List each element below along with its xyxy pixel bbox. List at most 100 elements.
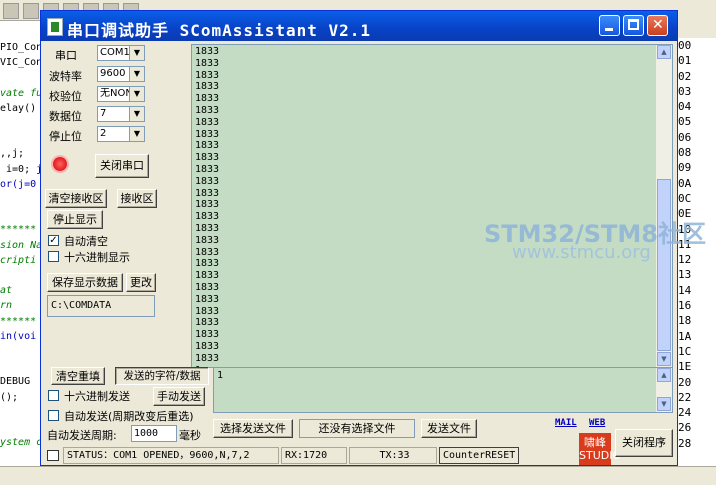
hex-send-checkbox[interactable] [48, 390, 59, 401]
close-button[interactable]: ✕ [647, 15, 668, 36]
port-status-led-icon [53, 157, 67, 171]
background-value-line: 1E [678, 360, 692, 374]
maximize-button[interactable] [623, 15, 644, 36]
manual-send-button[interactable]: 手动发送 [153, 387, 205, 406]
databits-select[interactable]: 7 ▼ [97, 106, 145, 122]
selected-file-field: 还没有选择文件 [299, 419, 415, 438]
hex-display-checkbox[interactable] [48, 251, 59, 262]
background-code-line [0, 70, 42, 85]
background-value-line: 1A [678, 329, 692, 343]
background-code-line: ****** [0, 224, 37, 236]
background-code-line: sion Na [0, 239, 42, 251]
background-value-line: 18 [678, 314, 692, 328]
minimize-button[interactable] [599, 15, 620, 36]
background-code-line [0, 405, 42, 420]
watermark-url: www.stmcu.org [512, 242, 651, 263]
background-value-line: 02 [678, 69, 692, 83]
background-value-line: 00 [678, 39, 692, 52]
background-code-line: i=0; j [0, 163, 42, 175]
background-value-line: 06 [678, 130, 692, 144]
clear-resend-button[interactable]: 清空重填 [51, 367, 105, 385]
status-text: STATUS：COM1 OPENED，9600,N,7,2 [63, 447, 279, 464]
window-title: 串口调试助手 SComAssistant V2.1 [67, 21, 372, 40]
background-code-line [0, 192, 42, 207]
period-input[interactable]: 1000 [131, 425, 177, 442]
background-code-line: or(j=0 [0, 178, 37, 190]
background-strip [678, 20, 716, 38]
background-code-line [0, 420, 42, 435]
period-unit: 毫秒 [179, 429, 201, 442]
scroll-thumb[interactable] [657, 179, 671, 351]
background-code-line [0, 207, 42, 222]
scroll-down-icon[interactable]: ▼ [657, 352, 671, 366]
background-code-line: elay() [0, 102, 37, 114]
baud-select[interactable]: 9600 ▼ [97, 66, 145, 82]
background-value-line: 04 [678, 100, 692, 114]
receive-scrollbar[interactable]: ▲ ▼ [656, 45, 672, 367]
clear-receive-button[interactable]: 清空接收区 [45, 189, 107, 208]
send-scrollbar[interactable]: ▲ ▼ [656, 368, 672, 412]
tx-counter: TX:33 [349, 447, 437, 464]
auto-clear-checkbox[interactable]: ✓ [48, 235, 59, 246]
scroll-up-icon[interactable]: ▲ [657, 45, 671, 59]
parity-select[interactable]: 无NONE ▼ [97, 86, 145, 102]
scroll-up-icon[interactable]: ▲ [657, 368, 671, 382]
status-icon [47, 450, 59, 461]
background-value-line: 0C [678, 191, 692, 205]
background-value-line: 16 [678, 299, 692, 313]
parity-label: 校验位 [49, 90, 82, 103]
receive-area-button[interactable]: 接收区 [117, 189, 157, 208]
select-send-file-button[interactable]: 选择发送文件 [213, 419, 293, 438]
background-code-line: (); [0, 391, 19, 403]
save-path-field[interactable]: C:\COMDATA [47, 295, 155, 317]
background-value-line: 05 [678, 115, 692, 129]
port-select[interactable]: COM1 ▼ [97, 45, 145, 61]
databits-label: 数据位 [49, 110, 82, 123]
close-icon: ✕ [652, 17, 664, 33]
background-value-line: 14 [678, 283, 692, 297]
background-value-line: 26 [678, 421, 692, 435]
background-value-line: 03 [678, 84, 692, 98]
chevron-down-icon: ▼ [129, 46, 144, 60]
chevron-down-icon: ▼ [129, 87, 144, 101]
background-value-line: 20 [678, 375, 692, 389]
title-bar[interactable]: 串口调试助手 SComAssistant V2.1 ✕ [41, 11, 677, 41]
web-link[interactable]: WEB [589, 418, 605, 428]
stop-display-button[interactable]: 停止显示 [47, 210, 103, 229]
close-port-button[interactable]: 关闭串口 [95, 154, 149, 178]
background-code-line: rn [0, 300, 13, 312]
period-label: 自动发送周期: [47, 429, 117, 442]
baud-label: 波特率 [49, 70, 82, 83]
scroll-down-icon[interactable]: ▼ [657, 397, 671, 411]
app-icon [47, 18, 63, 36]
auto-send-label: 自动发送(周期改变后重选) [64, 410, 194, 423]
background-code-line: cripti [0, 254, 37, 266]
chevron-down-icon: ▼ [129, 107, 144, 121]
send-text: 1 [217, 370, 224, 381]
background-statusbar [0, 466, 716, 485]
save-display-button[interactable]: 保存显示数据 [47, 273, 123, 292]
background-code-line: VIC_Con [0, 57, 42, 69]
send-chars-button[interactable]: 发送的字符/数据 [115, 367, 209, 385]
background-code: PIO_Con VIC_Con vate fu elay() ,,j; i=0; j… [0, 40, 42, 460]
change-path-button[interactable]: 更改 [126, 273, 156, 292]
rx-counter: RX:1720 [281, 447, 347, 464]
hex-send-label: 十六进制发送 [64, 390, 130, 403]
background-code-line: DEBUG [0, 376, 31, 388]
background-value-line: 1C [678, 344, 692, 358]
counter-reset-button[interactable]: CounterRESET [439, 447, 519, 464]
receive-text: 1833 1833 1833 1833 1833 1833 1833 1833 … [195, 46, 220, 367]
background-value-line: 22 [678, 390, 692, 404]
send-file-button[interactable]: 发送文件 [421, 419, 477, 438]
background-value-line: 09 [678, 161, 692, 175]
receive-textarea[interactable]: 1833 1833 1833 1833 1833 1833 1833 1833 … [191, 44, 673, 368]
mail-link[interactable]: MAIL [555, 418, 577, 428]
send-textarea[interactable]: 1 ▲ ▼ [213, 367, 673, 413]
background-value-line: 01 [678, 54, 692, 68]
background-code-line [0, 268, 42, 283]
chevron-down-icon: ▼ [129, 67, 144, 81]
background-value-line: 12 [678, 253, 692, 267]
background-value-line: 13 [678, 268, 692, 282]
auto-send-checkbox[interactable] [48, 410, 59, 421]
stopbits-select[interactable]: 2 ▼ [97, 126, 145, 142]
